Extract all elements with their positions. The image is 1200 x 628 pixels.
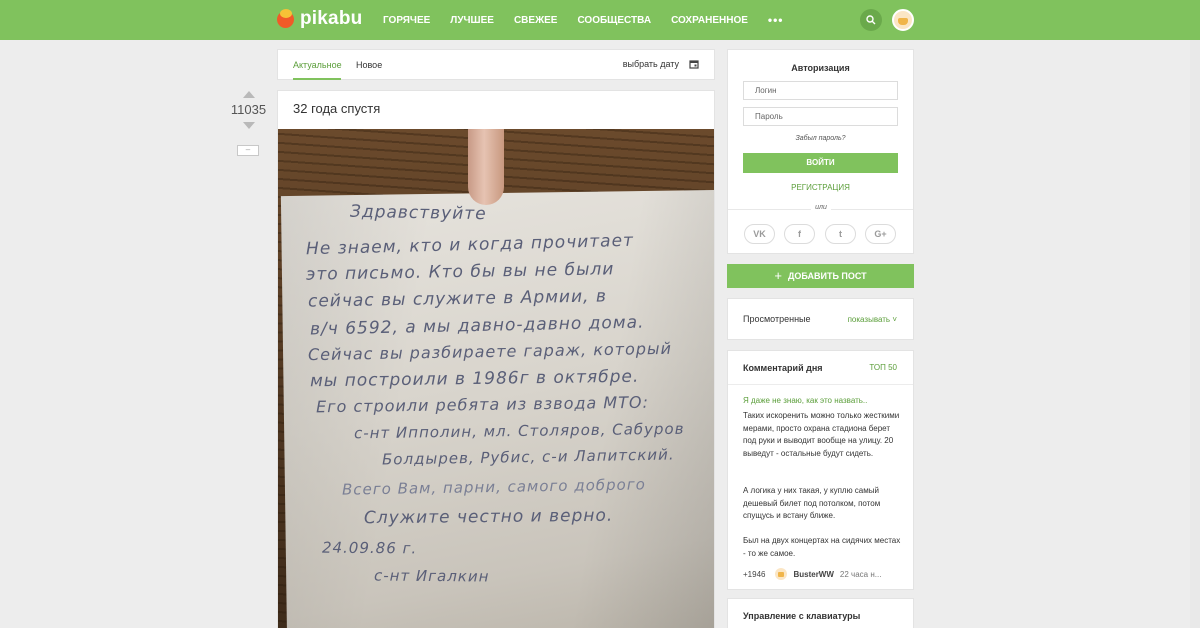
letter-line: мы построили в 1986г в октябре. [309, 366, 640, 392]
letter-line: Служите честно и верно. [363, 505, 614, 529]
google-plus-icon: G+ [874, 229, 887, 239]
top-50-link[interactable]: ТОП 50 [869, 363, 897, 372]
post-title[interactable]: 32 года спустя [293, 101, 380, 116]
nav-more-button[interactable]: ••• [768, 13, 784, 27]
password-input[interactable]: Пароль [743, 107, 898, 126]
nav-fresh[interactable]: СВЕЖЕЕ [514, 15, 558, 26]
twitter-login-button[interactable]: t [825, 224, 856, 244]
facebook-login-button[interactable]: f [784, 224, 815, 244]
forgot-password-link[interactable]: Забыл пароль? [728, 135, 913, 142]
letter-line: Всего Вам, парни, самого доброго [341, 475, 646, 499]
post-card: 32 года спустя Здравствуйте Не знаем, кт… [277, 90, 715, 628]
nav-saved[interactable]: СОХРАНЕННОЕ [671, 15, 748, 26]
comment-paragraph: Был на двух концертах на сидячих местах … [743, 536, 901, 558]
date-picker[interactable]: выбрать дату [623, 59, 699, 69]
letter-line: Болдырев, Рубис, с-и Лапитский. [381, 445, 675, 469]
auth-title: Авторизация [791, 63, 850, 73]
google-plus-login-button[interactable]: G+ [865, 224, 896, 244]
letter-line: это письмо. Кто бы вы не были [305, 259, 615, 285]
twitter-icon: t [839, 229, 842, 239]
keyboard-help-panel: Управление с клавиатуры [727, 598, 914, 628]
nav-best[interactable]: ЛУЧШЕЕ [450, 15, 494, 26]
upvote-arrow-icon[interactable] [243, 91, 255, 98]
page-scrollbar[interactable] [1190, 40, 1200, 628]
tab-actual[interactable]: Актуальное [293, 60, 342, 70]
register-link[interactable]: РЕГИСТРАЦИЯ [728, 183, 913, 192]
search-icon [866, 15, 876, 25]
vk-icon: VK [753, 229, 766, 239]
letter-line: 24.09.86 г. [321, 538, 418, 558]
calendar-icon [689, 60, 699, 69]
tab-new[interactable]: Новое [356, 60, 382, 70]
nav-communities[interactable]: СООБЩЕСТВА [577, 15, 651, 26]
viewed-panel: Просмотренные показывать ˅ [727, 298, 914, 340]
date-picker-label: выбрать дату [622, 59, 679, 69]
letter-line: с-нт Ипполин, мл. Столяров, Сабуров [353, 419, 685, 443]
nav-hot[interactable]: ГОРЯЧЕЕ [383, 15, 430, 26]
comment-of-day-panel: Комментарий дня ТОП 50 Я даже не знаю, к… [727, 350, 914, 590]
active-tab-indicator [293, 78, 341, 80]
auth-panel: Авторизация Логин Пароль Забыл пароль? В… [727, 49, 914, 254]
logo-text: pikabu [300, 8, 363, 29]
comment-paragraph: Таких искоренить можно только жесткими м… [743, 411, 900, 458]
vk-login-button[interactable]: VK [744, 224, 775, 244]
handwritten-letter: Здравствуйте Не знаем, кто и когда прочи… [278, 129, 714, 628]
login-input[interactable]: Логин [743, 81, 898, 100]
comment-post-link[interactable]: Я даже не знаю, как это назвать.. [743, 396, 867, 405]
post-rating: 11035 [230, 102, 267, 117]
commenter-name[interactable]: BusterWW [793, 570, 833, 579]
feed-tabs: Актуальное Новое выбрать дату [277, 49, 715, 80]
facebook-icon: f [798, 229, 801, 239]
letter-line: Его строили ребята из взвода МТО: [315, 392, 650, 417]
letter-line: Сейчас вы разбираете гараж, который [307, 338, 673, 365]
comment-rating: +1946 [743, 569, 766, 579]
keyboard-help-title[interactable]: Управление с клавиатуры [743, 611, 860, 621]
comment-paragraph: А логика у них такая, у куплю самый деше… [743, 486, 881, 520]
letter-line: Здравствуйте [349, 201, 487, 225]
commenter-avatar[interactable] [775, 568, 788, 580]
add-post-button[interactable]: + ДОБАВИТЬ ПОСТ [727, 264, 914, 288]
downvote-arrow-icon[interactable] [243, 122, 255, 129]
search-button[interactable] [860, 9, 882, 31]
main-nav: ГОРЯЧЕЕ ЛУЧШЕЕ СВЕЖЕЕ СООБЩЕСТВА СОХРАНЕ… [383, 0, 784, 40]
pikabu-logo-icon [277, 8, 294, 28]
user-avatar[interactable] [892, 9, 914, 31]
letter-line: сейчас вы служите в Армии, в [307, 286, 608, 312]
viewed-label: Просмотренные [743, 314, 811, 324]
or-label: или [811, 204, 831, 211]
letter-line: в/ч 6592, а мы давно-давно дома. [309, 312, 645, 340]
letter-line: Не знаем, кто и когда прочитает [305, 230, 635, 260]
top-bar: pikabu ГОРЯЧЕЕ ЛУЧШЕЕ СВЕЖЕЕ СООБЩЕСТВА … [0, 0, 1200, 40]
add-post-label: ДОБАВИТЬ ПОСТ [787, 271, 867, 281]
comment-time: 22 часа н... [839, 569, 882, 579]
post-image[interactable]: Здравствуйте Не знаем, кто и когда прочи… [278, 129, 714, 628]
comment-of-day-title: Комментарий дня [743, 363, 823, 373]
collapse-post-button[interactable]: – [237, 145, 259, 156]
comment-footer: +1946 BusterWW 22 часа н... [743, 568, 903, 580]
plus-icon: + [774, 268, 782, 283]
viewed-toggle[interactable]: показывать ˅ [848, 315, 897, 324]
letter-line: с-нт Игалкин [373, 566, 490, 586]
comment-of-day-header: Комментарий дня ТОП 50 [728, 351, 913, 385]
site-logo[interactable]: pikabu [277, 8, 362, 30]
login-button[interactable]: ВОЙТИ [743, 153, 898, 173]
